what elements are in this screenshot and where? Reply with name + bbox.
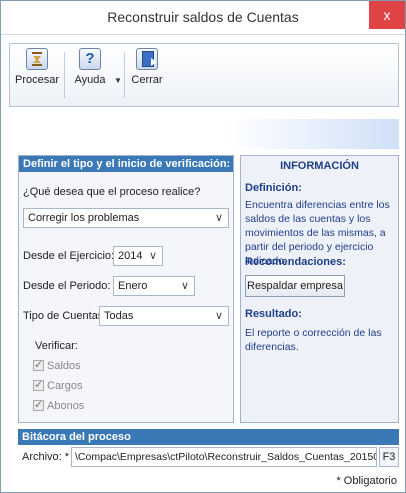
bitacora-header: Bitácora del proceso [18,429,399,445]
chevron-down-icon: ∨ [214,212,223,224]
cerrar-button[interactable]: Cerrar [128,48,166,102]
process-select-value: Corregir los problemas [28,212,140,224]
definicion-heading: Definición: [245,182,302,194]
info-title: INFORMACIÓN [280,160,359,172]
cargos-checkbox[interactable]: Cargos [33,378,83,392]
checkmark-icon [33,378,44,391]
hourglass-icon [26,48,48,70]
ayuda-dropdown-icon[interactable]: ▼ [114,76,122,85]
archivo-label: Archivo: * [22,451,70,463]
header-banner [18,119,399,149]
window-title: Reconstruir saldos de Cuentas [107,9,299,25]
archivo-input[interactable]: \Compac\Empresas\ctPiloto\Reconstruir_Sa… [71,447,377,467]
cerrar-label: Cerrar [131,74,163,86]
saldos-checkbox[interactable]: Saldos [33,358,81,372]
respaldar-empresa-button[interactable]: Respaldar empresa [245,275,345,297]
checkmark-icon [33,398,44,411]
periodo-select[interactable]: Enero ∨ [113,276,195,296]
abonos-checkbox[interactable]: Abonos [33,398,85,412]
abonos-label: Abonos [47,400,85,412]
title-bar: Reconstruir saldos de Cuentas x [1,1,405,35]
verificar-group: Verificar: Saldos Cargos Abonos [25,340,229,420]
ejercicio-select[interactable]: 2014 ∨ [113,246,163,266]
ejercicio-label: Desde el Ejercicio: * [23,250,122,262]
ayuda-button[interactable]: ? Ayuda [70,48,110,102]
checkmark-icon [33,358,44,371]
help-icon: ? [79,48,101,70]
close-button[interactable]: x [369,1,405,29]
toolbar: Procesar ? Ayuda ▼ Cerrar [9,43,399,107]
cargos-label: Cargos [47,380,83,392]
resultado-text: El reporte o corrección de las diferenci… [245,327,382,353]
saldos-label: Saldos [47,360,81,372]
ejercicio-select-value: 2014 [118,250,143,262]
process-select[interactable]: Corregir los problemas ∨ [23,208,229,228]
chevron-down-icon: ∨ [148,250,157,262]
info-panel: INFORMACIÓN Definición: Encuentra difere… [240,155,399,423]
toolbar-separator [64,52,65,98]
obligatorio-note: * Obligatorio [336,475,397,487]
exit-icon [136,48,158,70]
verificar-title: Verificar: [33,340,80,352]
chevron-down-icon: ∨ [214,310,223,322]
verification-panel: Definir el tipo y el inicio de verificac… [18,155,234,423]
chevron-down-icon: ∨ [180,280,189,292]
periodo-select-value: Enero [118,280,148,292]
f3-browse-button[interactable]: F3 [379,447,399,467]
procesar-label: Procesar [14,74,60,86]
tipo-select-value: Todas [104,310,134,322]
resultado-heading: Resultado: [245,308,302,320]
tipo-select[interactable]: Todas ∨ [99,306,229,326]
procesar-button[interactable]: Procesar [14,48,60,102]
process-question-label: ¿Qué desea que el proceso realice? [23,186,201,198]
toolbar-separator [124,52,125,98]
verification-panel-header: Definir el tipo y el inicio de verificac… [19,156,233,172]
ayuda-label: Ayuda [74,74,106,86]
dialog-window: Reconstruir saldos de Cuentas x Procesar… [0,0,406,493]
periodo-label: Desde el Periodo: * [23,280,118,292]
recomendaciones-heading: Recomendaciones: [245,256,346,268]
